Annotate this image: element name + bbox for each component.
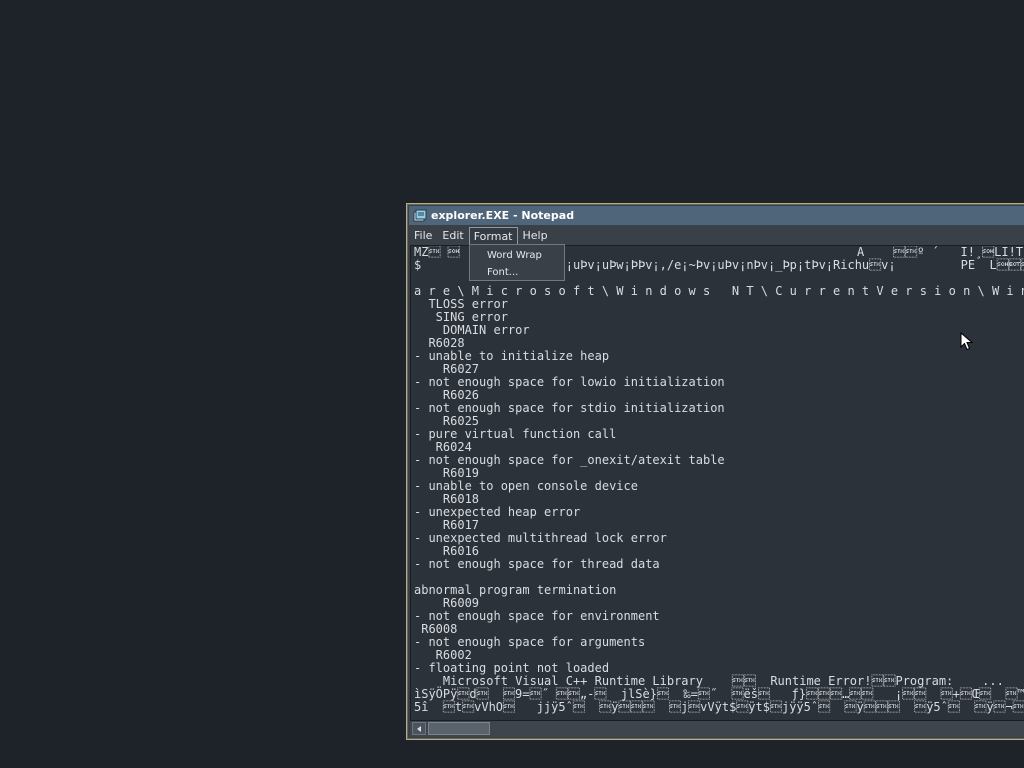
arrow-cursor-icon [960,332,974,351]
text-line: R6016 [414,544,480,558]
menu-file[interactable]: File [409,227,437,244]
text-line: - not enough space for _onexit/atexit ta… [414,453,725,467]
scrollbar-thumb[interactable] [428,722,490,735]
desktop: { "window": { "title": "explorer.EXE - N… [0,0,1024,768]
notepad-window[interactable]: explorer.EXE - Notepad File Edit Format … [406,203,1024,740]
text-line: Microsoft Visual C++ Runtime Library  … [414,674,1004,688]
text-line: abnormal program termination [414,583,617,597]
window-title: explorer.EXE - Notepad [431,209,575,222]
text-line: - unexpected multithread lock error [414,531,667,545]
format-menu-dropdown: Word Wrap Font... [469,244,565,281]
scroll-left-arrow-icon[interactable] [412,722,426,735]
text-line: R6025 [414,414,480,428]
menu-item-word-wrap[interactable]: Word Wrap [470,247,564,264]
text-line: - unexpected heap error [414,505,581,519]
editor-text[interactable]: MZ  @ À º ´ Í!¸LÍ!This program cann… [411,246,1024,714]
text-line: - not enough space for environment [414,609,660,623]
text-line: TLOSS error [414,297,508,311]
text-line: - not enough space for stdio initializat… [414,401,725,415]
text-line: - not enough space for arguments [414,635,646,649]
text-line: R6026 [414,388,480,402]
text-line: - not enough space for thread data [414,557,660,571]
text-line: SING error [414,310,508,324]
menu-item-font[interactable]: Font... [470,264,564,281]
text-line: - not enough space for lowio initializat… [414,375,725,389]
text-line: - unable to open console device [414,479,638,493]
text-line: - unable to initialize heap [414,349,610,363]
text-line: R6028 [414,336,465,350]
text-line: ìSÿÖPÿd 9=˝ „- jlSè} ‰=˝ ëš ƒ… [414,687,1024,701]
text-line: - pure virtual function call [414,427,617,441]
text-line: 5î tvVhO jjÿ5ˆ ÿ jvVÿt$ÿt$jÿ… [414,700,1024,714]
text-line: R6002 [414,648,472,662]
menu-edit[interactable]: Edit [437,227,468,244]
menu-format[interactable]: Format [468,226,518,246]
text-line: R6027 [414,362,480,376]
text-line: - floating point not loaded [414,661,610,675]
text-line: R6009 [414,596,480,610]
text-line: R6018 [414,492,480,506]
horizontal-scrollbar[interactable] [410,720,1024,737]
text-line: R6017 [414,518,480,532]
text-line: R6024 [414,440,472,454]
menu-help[interactable]: Help [518,227,553,244]
text-line: DOMAIN error [414,323,530,337]
text-line: R6008 [414,622,458,636]
notepad-icon [413,209,427,222]
menu-bar: File Edit Format Help [409,225,1024,246]
text-editor[interactable]: MZ  @ À º ´ Í!¸LÍ!This program cann… [410,245,1024,721]
text-line: a r e \ M i c r o s o f t \ W i n d o w … [414,284,1024,298]
text-line: R6019 [414,466,480,480]
title-bar[interactable]: explorer.EXE - Notepad [409,206,1024,225]
